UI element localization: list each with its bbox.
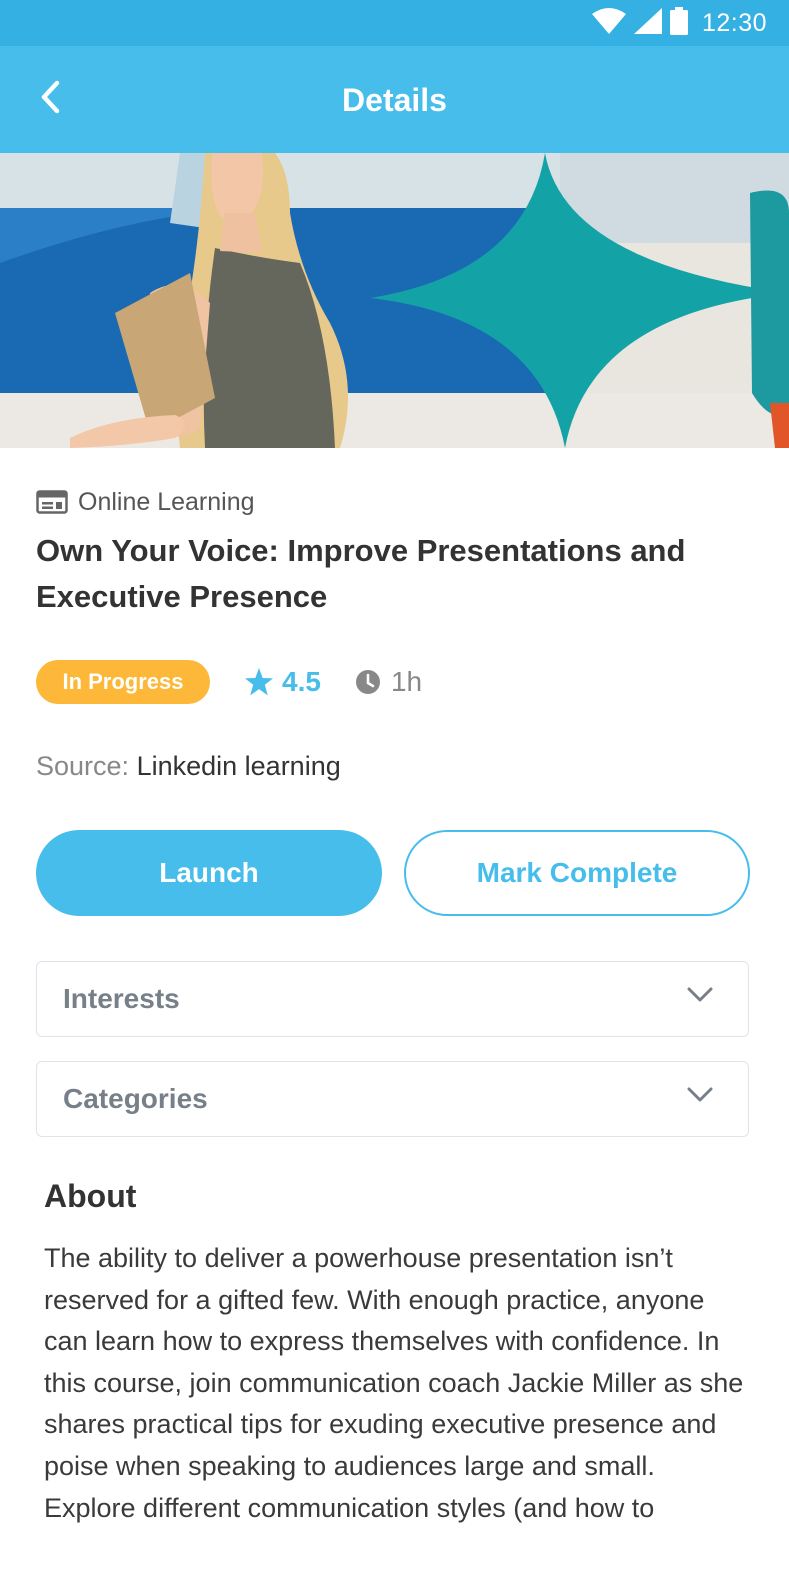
page-title: Details <box>342 82 447 118</box>
rating: 4.5 <box>244 666 321 698</box>
categories-dropdown[interactable]: Categories <box>36 1061 749 1137</box>
rating-value: 4.5 <box>282 666 321 697</box>
about-text: The ability to deliver a powerhouse pres… <box>44 1243 744 1523</box>
chevron-down-icon <box>686 986 714 1004</box>
source-value: Linkedin learning <box>136 751 341 781</box>
online-learning-icon <box>36 490 68 514</box>
signal-icon <box>633 7 662 39</box>
interests-label: Interests <box>63 983 180 1014</box>
status-icons: 12:30 <box>591 6 767 40</box>
chevron-down-icon <box>686 1086 714 1104</box>
clock-icon <box>355 669 381 695</box>
about-heading: About <box>44 1178 137 1214</box>
wifi-icon <box>591 7 626 39</box>
app-bar: Details <box>0 46 789 153</box>
hero-image <box>0 153 789 448</box>
course-meta: In Progress 4.5 1h <box>36 660 422 704</box>
star-icon <box>244 668 274 696</box>
course-type-label: Online Learning <box>78 487 255 516</box>
source-label: Source: <box>36 751 130 781</box>
launch-button[interactable]: Launch <box>36 830 382 916</box>
source: Source: Linkedin learning <box>36 748 341 784</box>
course-title: Own Your Voice: Improve Presentations an… <box>36 533 686 614</box>
status-time: 12:30 <box>701 8 767 37</box>
interests-dropdown[interactable]: Interests <box>36 961 749 1037</box>
categories-label: Categories <box>63 1083 208 1114</box>
status-bar: 12:30 <box>0 0 789 46</box>
mark-complete-button[interactable]: Mark Complete <box>404 830 750 916</box>
action-buttons: Launch Mark Complete <box>36 830 750 916</box>
duration-value: 1h <box>390 666 423 697</box>
course-type: Online Learning <box>36 486 255 518</box>
duration: 1h <box>355 666 422 698</box>
status-badge: In Progress <box>36 660 210 704</box>
battery-icon <box>669 6 688 40</box>
